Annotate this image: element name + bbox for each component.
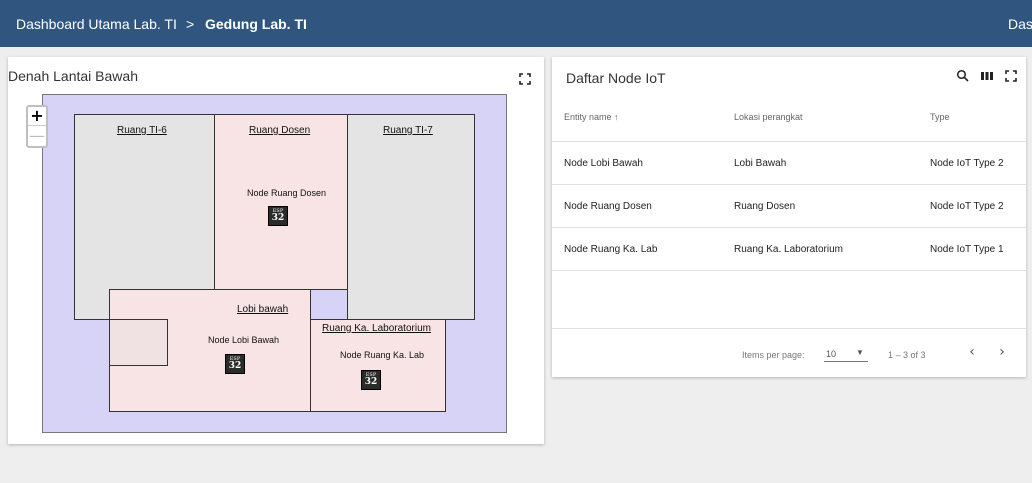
room-label-lobi: Lobi bawah <box>237 304 289 315</box>
zoom-in-button[interactable]: + <box>28 107 46 126</box>
search-icon[interactable] <box>956 69 970 83</box>
node-label-lobi: Node Lobi Bawah <box>208 335 280 345</box>
table-row[interactable]: Node Lobi Bawah Lobi Bawah Node IoT Type… <box>552 141 1026 184</box>
cell-type: Node IoT Type 2 <box>930 158 1004 169</box>
esp32-chip-icon[interactable]: ESP 32 <box>225 354 245 374</box>
floor-map-widget: Denah Lantai Bawah Ruang TI-6 Ruang Dose… <box>8 57 544 444</box>
room-label-dosen: Ruang Dosen <box>249 125 311 136</box>
breadcrumb-separator: > <box>186 16 195 32</box>
room-label-ti6: Ruang TI-6 <box>117 125 167 136</box>
node-label-kalab: Node Ruang Ka. Lab <box>340 350 425 360</box>
room-dosen <box>214 114 348 290</box>
cell-location: Ruang Ka. Laboratorium <box>734 244 843 255</box>
table-row[interactable]: Node Ruang Dosen Ruang Dosen Node IoT Ty… <box>552 184 1026 227</box>
pagination-range: 1 – 3 of 3 <box>888 350 926 360</box>
cell-entity-name: Node Ruang Ka. Lab <box>564 244 658 255</box>
map-zoom-control: + — <box>26 105 48 148</box>
items-per-page-label: Items per page: <box>742 350 805 360</box>
cell-location: Lobi Bawah <box>734 158 787 169</box>
floor-plan-map[interactable]: Ruang TI-6 Ruang Dosen Ruang TI-7 Lobi b… <box>42 94 507 433</box>
room-label-kalab: Ruang Ka. Laboratorium <box>322 323 431 334</box>
esp32-chip-icon[interactable]: ESP 32 <box>268 206 288 226</box>
next-page-button[interactable]: › <box>994 344 1010 362</box>
breadcrumb-current: Gedung Lab. TI <box>205 16 307 32</box>
columns-icon[interactable] <box>980 69 994 83</box>
room-small-annex <box>109 319 168 366</box>
column-header-location[interactable]: Lokasi perangkat <box>734 112 803 122</box>
chevron-down-icon: ▼ <box>856 348 864 357</box>
breadcrumb-root[interactable]: Dashboard Utama Lab. TI <box>16 16 177 32</box>
table-row[interactable]: Node Ruang Ka. Lab Ruang Ka. Laboratoriu… <box>552 227 1026 270</box>
node-label-dosen: Node Ruang Dosen <box>247 188 327 198</box>
fullscreen-icon[interactable] <box>1004 69 1018 83</box>
room-label-ti7: Ruang TI-7 <box>383 125 433 136</box>
cell-location: Ruang Dosen <box>734 201 796 212</box>
table-row-divider <box>552 270 1026 271</box>
fullscreen-icon[interactable] <box>519 73 531 85</box>
map-widget-title: Denah Lantai Bawah <box>8 68 138 84</box>
iot-node-table-widget: Daftar Node IoT Entity name ↑ Lokasi per… <box>552 57 1026 377</box>
column-header-entity-name[interactable]: Entity name ↑ <box>564 112 619 122</box>
top-bar: Dashboard Utama Lab. TI > Gedung Lab. TI… <box>0 0 1032 47</box>
esp32-chip-icon[interactable]: ESP 32 <box>361 370 381 390</box>
table-widget-title: Daftar Node IoT <box>566 70 666 86</box>
cell-entity-name: Node Ruang Dosen <box>564 201 652 212</box>
prev-page-button[interactable]: ‹ <box>964 344 980 362</box>
column-header-type[interactable]: Type <box>930 112 950 122</box>
cell-entity-name: Node Lobi Bawah <box>564 158 643 169</box>
items-per-page-value: 10 <box>826 349 837 359</box>
table-footer-divider <box>552 328 1026 329</box>
room-ti7 <box>347 114 475 320</box>
dashboard-label-truncated[interactable]: Dashboard <box>1008 16 1032 32</box>
cell-type: Node IoT Type 2 <box>930 201 1004 212</box>
items-per-page-select[interactable]: 10 ▼ <box>824 344 868 362</box>
cell-type: Node IoT Type 1 <box>930 244 1004 255</box>
zoom-out-button[interactable]: — <box>28 127 46 146</box>
